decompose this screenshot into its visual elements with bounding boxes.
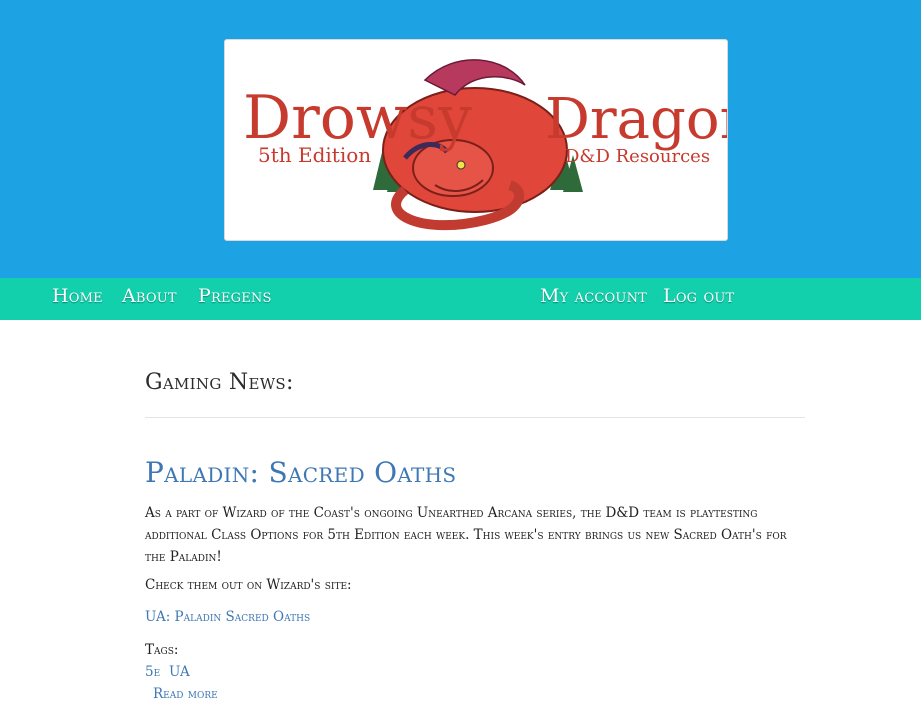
post-check-text: Check them out on Wizard's site: [145,577,352,593]
ua-paladin-sacred-oaths-link[interactable]: UA: Paladin Sacred Oaths [145,609,310,625]
site-header: Drowsy Dragon 5th Edition D&D Resources [0,0,921,278]
logo-subtitle-right: D&D Resources [565,146,710,167]
post-body-text: As a part of Wizard of the Coast's ongoi… [145,505,787,565]
tags-label: Tags: [145,642,179,658]
read-more-link[interactable]: Read more [153,686,218,702]
page-title: Gaming News: [145,370,294,395]
logo-word-2: Dragon [545,87,727,152]
logo-subtitle-left: 5th Edition [258,143,371,167]
tag-5e-link[interactable]: 5e [145,664,160,680]
nav-pregens-link[interactable]: Pregens [198,278,272,320]
tag-ua-link[interactable]: UA [169,664,190,680]
site-logo[interactable]: Drowsy Dragon 5th Edition D&D Resources [224,39,728,241]
nav-my-account-link[interactable]: My account [540,278,647,320]
post-title-link[interactable]: Paladin: Sacred Oaths [145,456,456,489]
nav-home-link[interactable]: Home [52,278,103,320]
title-divider [145,417,805,418]
drowsy-dragon-logo-image: Drowsy Dragon 5th Edition D&D Resources [243,59,727,231]
nav-log-out-link[interactable]: Log out [663,278,734,320]
main-navigation: Home About Pregens My account Log out [0,278,921,320]
nav-about-link[interactable]: About [122,278,177,320]
